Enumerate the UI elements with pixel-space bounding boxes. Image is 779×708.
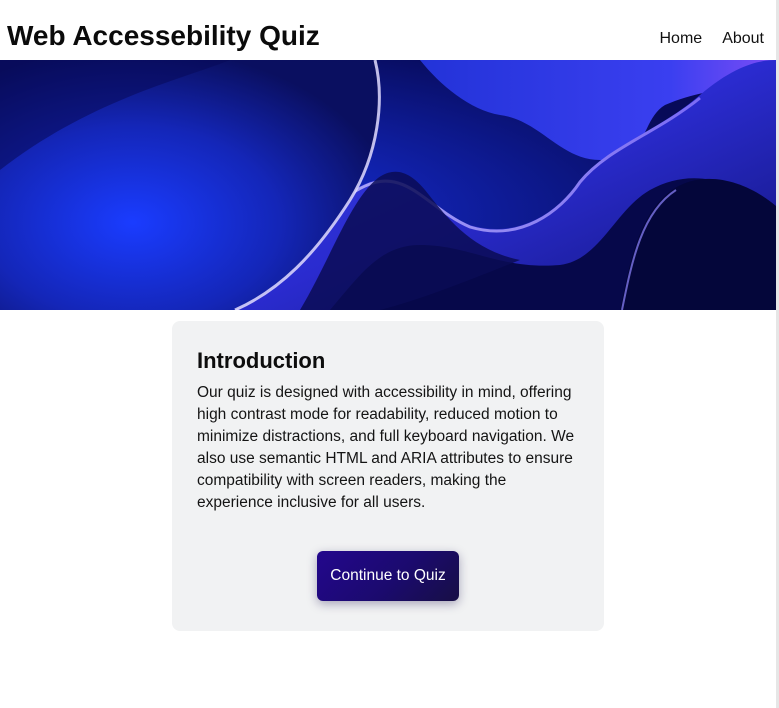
continue-to-quiz-button[interactable]: Continue to Quiz — [317, 551, 459, 601]
intro-card: Introduction Our quiz is designed with a… — [172, 321, 604, 631]
abstract-wave-graphic — [0, 60, 776, 310]
hero-banner-image — [0, 60, 776, 310]
page: Web Accessebility Quiz Home About Introd… — [0, 0, 779, 708]
site-header: Web Accessebility Quiz Home About — [0, 0, 776, 60]
intro-text: Our quiz is designed with accessibility … — [197, 384, 575, 511]
nav-link-home[interactable]: Home — [660, 28, 703, 50]
site-title: Web Accessebility Quiz — [7, 20, 320, 51]
intro-heading: Introduction — [197, 348, 326, 373]
main-nav: Home About — [660, 28, 765, 50]
nav-link-about[interactable]: About — [722, 28, 764, 50]
